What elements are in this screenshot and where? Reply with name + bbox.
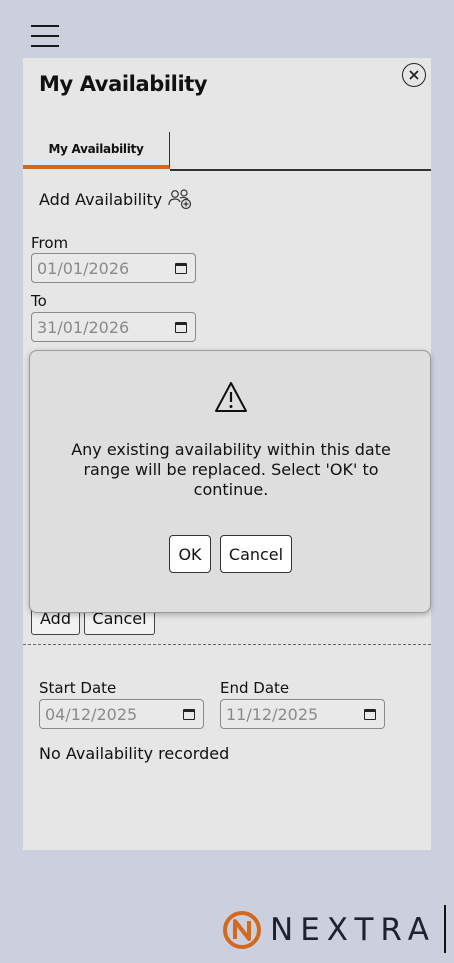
calendar-icon[interactable] (183, 709, 195, 720)
menu-icon[interactable] (31, 25, 59, 47)
tab-divider (170, 169, 431, 171)
to-date-value: 31/01/2026 (37, 317, 130, 337)
tab-my-availability[interactable]: My Availability (23, 132, 170, 169)
people-add-icon (168, 189, 192, 210)
from-date-input[interactable]: 01/01/2026 (31, 253, 196, 283)
start-date-value: 04/12/2025 (45, 704, 138, 724)
close-icon[interactable] (402, 63, 426, 87)
nextra-logo-mark (223, 911, 261, 949)
edge-bar (444, 905, 446, 953)
end-date-label: End Date (220, 679, 290, 697)
dialog-cancel-button[interactable]: Cancel (220, 535, 292, 573)
end-date-input[interactable]: 11/12/2025 (220, 699, 385, 729)
ok-button-label: OK (178, 544, 202, 564)
warning-icon (215, 382, 247, 412)
add-availability-link[interactable]: Add Availability (39, 188, 193, 210)
brand-name: NEXTRA (270, 912, 436, 948)
empty-message: No Availability recorded (39, 744, 230, 763)
add-availability-label: Add Availability (39, 189, 163, 209)
start-date-input[interactable]: 04/12/2025 (39, 699, 204, 729)
ok-button[interactable]: OK (169, 535, 211, 573)
from-label: From (31, 234, 69, 252)
to-label: To (31, 292, 47, 310)
nextra-logo: NEXTRA (222, 910, 436, 950)
calendar-icon[interactable] (175, 263, 187, 274)
section-divider (23, 644, 431, 645)
start-date-label: Start Date (39, 679, 117, 697)
tab-label: My Availability (48, 141, 144, 156)
dialog-cancel-label: Cancel (228, 544, 284, 564)
dialog-message: Any existing availability within this da… (71, 440, 391, 499)
end-date-value: 11/12/2025 (226, 704, 319, 724)
from-date-value: 01/01/2026 (37, 258, 130, 278)
to-date-input[interactable]: 31/01/2026 (31, 312, 196, 342)
page-title: My Availability (39, 72, 208, 96)
top-bar (0, 0, 454, 58)
calendar-icon[interactable] (364, 709, 376, 720)
calendar-icon[interactable] (175, 322, 187, 333)
confirm-dialog: Any existing availability within this da… (29, 350, 431, 613)
